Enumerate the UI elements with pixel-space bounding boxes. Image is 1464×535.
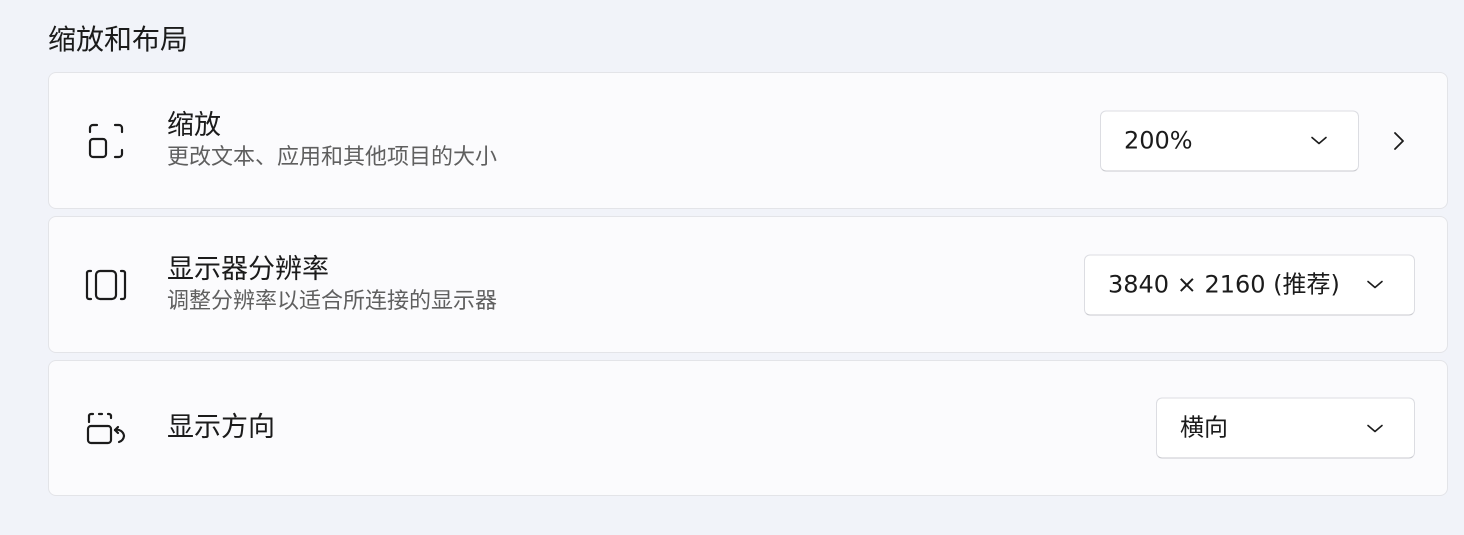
scale-title: 缩放 [167, 109, 221, 141]
scale-expand-chevron-right-icon[interactable] [1387, 129, 1411, 153]
scale-dropdown-value: 200% [1124, 126, 1193, 154]
chevron-down-icon [1310, 136, 1328, 146]
resolution-setting-card: 显示器分辨率 调整分辨率以适合所连接的显示器 3840 × 2160 (推荐) [48, 216, 1448, 353]
resolution-title: 显示器分辨率 [167, 253, 329, 285]
orientation-title: 显示方向 [167, 412, 275, 443]
scale-description: 更改文本、应用和其他项目的大小 [167, 144, 498, 170]
resolution-description: 调整分辨率以适合所连接的显示器 [167, 288, 498, 314]
chevron-down-icon [1366, 280, 1384, 290]
resolution-icon [85, 264, 127, 306]
resolution-dropdown-value: 3840 × 2160 (推荐) [1108, 270, 1340, 298]
scale-setting-card[interactable]: 缩放 更改文本、应用和其他项目的大小 200% [48, 72, 1448, 209]
section-title: 缩放和布局 [48, 23, 189, 56]
orientation-setting-card: 显示方向 横向 [48, 360, 1448, 496]
chevron-down-icon [1366, 423, 1384, 433]
scale-dropdown[interactable]: 200% [1100, 110, 1359, 171]
resolution-dropdown[interactable]: 3840 × 2160 (推荐) [1084, 254, 1415, 315]
orientation-dropdown[interactable]: 横向 [1156, 397, 1415, 459]
orientation-dropdown-value: 横向 [1180, 413, 1228, 442]
orientation-icon [85, 407, 127, 449]
scale-icon [85, 120, 127, 162]
